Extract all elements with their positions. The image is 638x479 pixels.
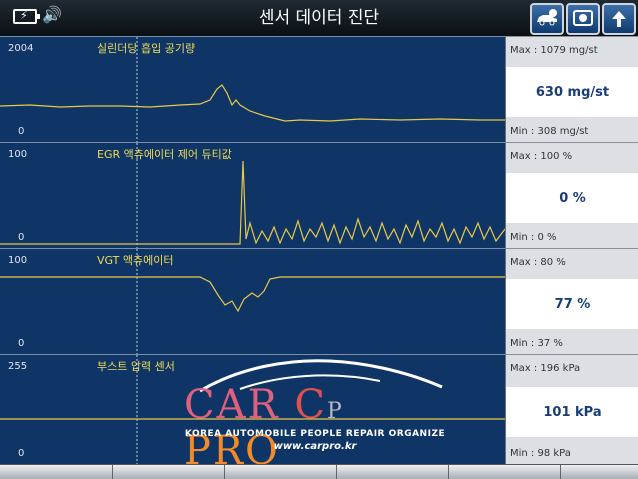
- current-value: 77 %: [554, 297, 591, 312]
- scale-min: 0: [18, 448, 25, 459]
- title-bar: ⚡ 🔊 센서 데이터 진단: [0, 0, 638, 37]
- back-arrow-icon: [612, 11, 626, 27]
- scale-max: 2004: [8, 43, 34, 54]
- readout-vgt: Max : 80 % 77 % Min : 37 %: [505, 248, 638, 355]
- sensor-name: 실린더당 흡입 공기량: [97, 42, 196, 55]
- scale-min: 0: [18, 232, 25, 243]
- max-value: Max : 1079 mg/st: [510, 45, 598, 56]
- scale-min: 0: [18, 126, 25, 137]
- logo-brand: CAR CP PRO: [184, 382, 344, 474]
- back-button[interactable]: [602, 3, 636, 35]
- sensor-name: EGR 액츄에이터 제어 듀티값: [97, 148, 232, 161]
- graph-panel-vgt: 100 0 VGT 액츄에이터: [0, 248, 505, 355]
- logo-tagline: KOREA AUTOMOBILE PEOPLE REPAIR ORGANIZE: [184, 429, 446, 439]
- scale-max: 100: [8, 149, 28, 160]
- min-value: Min : 308 mg/st: [510, 126, 589, 137]
- graph-panel-egr: 100 0 EGR 액츄에이터 제어 듀티값: [0, 142, 505, 249]
- record-button[interactable]: [566, 3, 600, 35]
- readout-egr: Max : 100 % 0 % Min : 0 %: [505, 142, 638, 249]
- scale-max: 255: [8, 361, 28, 372]
- carpro-logo: CAR CP PRO KOREA AUTOMOBILE PEOPLE REPAI…: [180, 357, 450, 474]
- scale-min: 0: [18, 338, 25, 349]
- current-value: 630 mg/st: [535, 85, 610, 100]
- record-icon: [573, 10, 593, 26]
- max-value: Max : 196 kPa: [510, 363, 581, 374]
- readout-boost: Max : 196 kPa 101 kPa Min : 98 kPa: [505, 354, 638, 465]
- trace-vgt: [0, 249, 505, 355]
- sensor-name: 부스트 압력 센서: [97, 360, 175, 373]
- min-value: Min : 98 kPa: [510, 448, 571, 459]
- car-badge-icon: [537, 9, 557, 26]
- min-value: Min : 37 %: [510, 338, 563, 349]
- max-value: Max : 80 %: [510, 257, 566, 268]
- graph-panel-air-mass: 2004 0 실린더당 흡입 공기량: [0, 36, 505, 143]
- sensor-name: VGT 액츄에이터: [97, 254, 174, 267]
- current-value: 101 kPa: [543, 405, 602, 420]
- min-value: Min : 0 %: [510, 232, 557, 243]
- trace-air-mass: [0, 37, 505, 143]
- bottom-toolbar[interactable]: [0, 464, 638, 479]
- current-value: 0 %: [559, 191, 586, 206]
- max-value: Max : 100 %: [510, 151, 573, 162]
- scale-max: 100: [8, 255, 28, 266]
- readout-air-mass: Max : 1079 mg/st 630 mg/st Min : 308 mg/…: [505, 36, 638, 143]
- logo-url: www.carpro.kr: [273, 441, 357, 452]
- car-badge-button[interactable]: [530, 3, 564, 35]
- trace-egr: [0, 143, 505, 249]
